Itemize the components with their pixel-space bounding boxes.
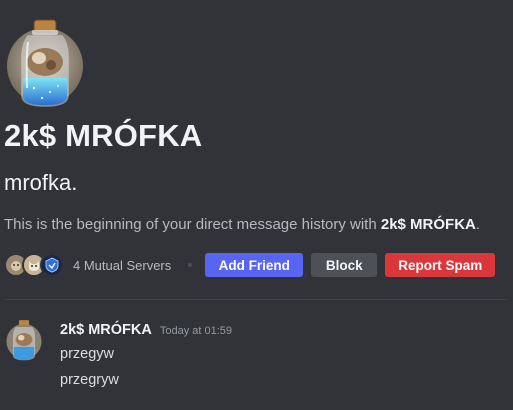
profile-username: mrofka. — [4, 170, 78, 195]
message-author-name[interactable]: 2k$ MRÓFKA — [60, 322, 152, 338]
add-friend-button[interactable]: Add Friend — [205, 253, 304, 277]
profile-avatar[interactable] — [6, 18, 84, 108]
intro-prefix: This is the beginning of your direct mes… — [4, 216, 381, 233]
history-divider — [4, 299, 509, 300]
mutual-servers-label[interactable]: 4 Mutual Servers — [73, 258, 171, 273]
profile-actions-row: 4 Mutual Servers Add Friend Block Report… — [4, 252, 503, 278]
server-icon-shield[interactable] — [40, 253, 64, 277]
message-timestamp[interactable]: Today at 01:59 — [160, 325, 232, 337]
profile-display-name: 2k$ MRÓFKA — [4, 118, 203, 153]
mutual-servers-icons[interactable] — [4, 253, 68, 277]
message-author-avatar[interactable] — [6, 319, 42, 361]
separator-dot — [188, 263, 193, 267]
message-text: przegryw — [60, 372, 119, 388]
jar-avatar-icon — [7, 19, 83, 107]
message-header: 2k$ MRÓFKA Today at 01:59 — [60, 322, 232, 338]
dm-intro-text: This is the beginning of your direct mes… — [4, 216, 480, 233]
message-text: przegyw — [60, 346, 114, 362]
intro-suffix: . — [475, 216, 481, 233]
intro-username: 2k$ MRÓFKA — [380, 216, 476, 233]
jar-avatar-icon — [6, 320, 42, 361]
block-button[interactable]: Block — [311, 253, 378, 277]
report-spam-button[interactable]: Report Spam — [385, 253, 496, 277]
